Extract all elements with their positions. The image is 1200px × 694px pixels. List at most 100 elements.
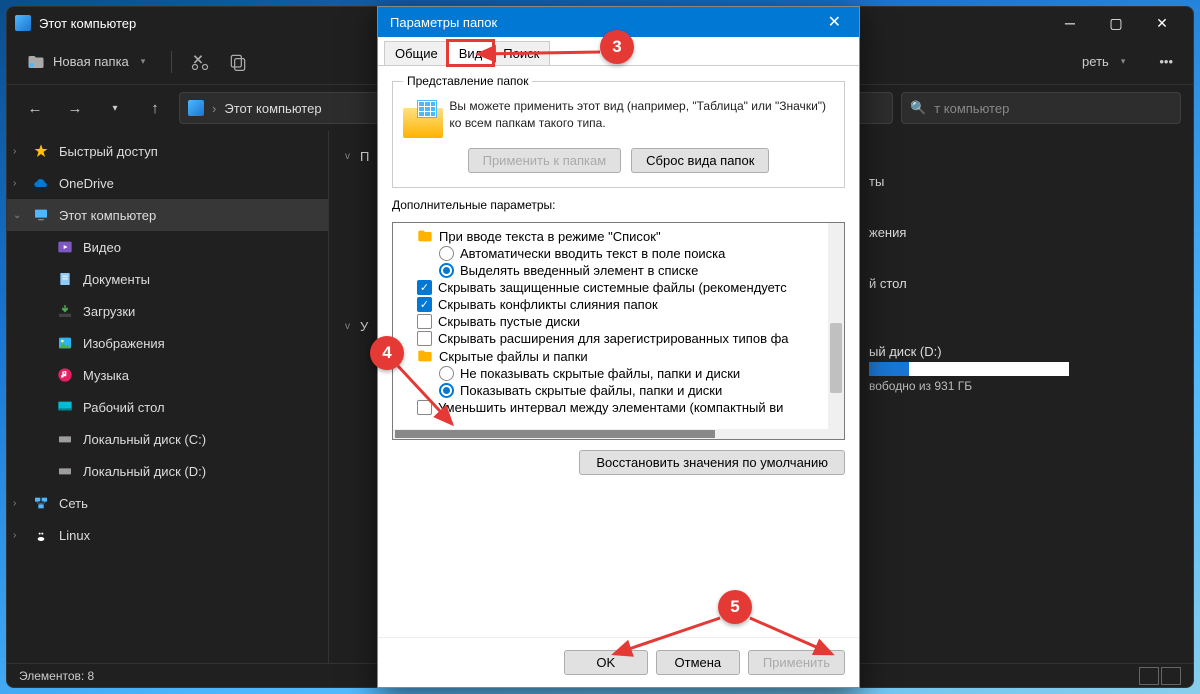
window-title: Этот компьютер xyxy=(39,16,136,31)
sidebar-item[interactable]: Видео xyxy=(7,231,328,263)
sidebar-item[interactable]: Изображения xyxy=(7,327,328,359)
tree-row[interactable]: Скрывать защищенные системные файлы (рек… xyxy=(395,279,842,296)
disk-icon xyxy=(57,463,73,479)
restore-defaults-button[interactable]: Восстановить значения по умолчанию xyxy=(579,450,845,475)
net-icon xyxy=(33,495,49,511)
tree-row[interactable]: Показывать скрытые файлы, папки и диски xyxy=(395,382,842,399)
expand-icon[interactable]: › xyxy=(13,530,16,541)
pc-icon xyxy=(188,100,204,116)
folder-icon xyxy=(417,348,433,364)
sidebar-item[interactable]: ⌄Этот компьютер xyxy=(7,199,328,231)
tree-row[interactable]: Скрытые файлы и папки xyxy=(395,347,842,365)
tree-row[interactable]: Выделять введенный элемент в списке xyxy=(395,262,842,279)
search-box[interactable]: 🔍 т компьютер xyxy=(901,92,1181,124)
disk-icon xyxy=(57,431,73,447)
minimize-button[interactable]: ─ xyxy=(1047,7,1093,39)
forward-button[interactable]: → xyxy=(59,92,91,124)
sidebar-item[interactable]: Документы xyxy=(7,263,328,295)
callout-4: 4 xyxy=(370,336,404,370)
checkbox[interactable] xyxy=(417,280,432,295)
copy-icon[interactable] xyxy=(228,52,248,72)
expand-icon[interactable]: › xyxy=(13,146,16,157)
tree-row[interactable]: Не показывать скрытые файлы, папки и дис… xyxy=(395,365,842,382)
radio[interactable] xyxy=(439,383,454,398)
folder-view-fieldset: Представление папок Вы можете применить … xyxy=(392,74,845,188)
cut-icon[interactable] xyxy=(190,52,210,72)
sidebar-item[interactable]: ›Сеть xyxy=(7,487,328,519)
checkbox[interactable] xyxy=(417,331,432,346)
search-icon: 🔍 xyxy=(910,100,926,116)
view-button[interactable]: реть▾ xyxy=(1074,50,1133,73)
advanced-settings-box: При вводе текста в режиме "Список"Автома… xyxy=(392,222,845,440)
radio[interactable] xyxy=(439,246,454,261)
folder-options-dialog: Параметры папок ✕ Общие Вид Поиск Предст… xyxy=(377,6,860,688)
sidebar: ›Быстрый доступ›OneDrive⌄Этот компьютерВ… xyxy=(7,131,329,663)
music-icon xyxy=(57,367,73,383)
checkbox[interactable] xyxy=(417,297,432,312)
up-button[interactable]: ↑ xyxy=(139,92,171,124)
tree-row[interactable]: Скрывать пустые диски xyxy=(395,313,842,330)
reset-folders-button[interactable]: Сброс вида папок xyxy=(631,148,769,173)
tree-row[interactable]: Автоматически вводить текст в поле поиск… xyxy=(395,245,842,262)
cloud-icon xyxy=(33,175,49,191)
pc-icon xyxy=(33,207,49,223)
new-folder-icon xyxy=(27,53,45,71)
tab-search[interactable]: Поиск xyxy=(492,41,550,65)
down-icon xyxy=(57,303,73,319)
sidebar-item[interactable]: Локальный диск (C:) xyxy=(7,423,328,455)
folder-icon xyxy=(417,228,433,244)
checkbox[interactable] xyxy=(417,400,432,415)
back-button[interactable]: ← xyxy=(19,92,51,124)
vertical-scrollbar[interactable] xyxy=(828,223,844,439)
tab-general[interactable]: Общие xyxy=(384,41,449,65)
disk-usage-bar xyxy=(869,362,1069,376)
dialog-close-button[interactable]: ✕ xyxy=(822,12,847,32)
dialog-buttons: OK Отмена Применить xyxy=(378,637,859,687)
sidebar-item[interactable]: ›OneDrive xyxy=(7,167,328,199)
expand-icon[interactable]: › xyxy=(13,498,16,509)
sidebar-item[interactable]: ›Быстрый доступ xyxy=(7,135,328,167)
expand-icon[interactable]: ⌄ xyxy=(13,210,21,221)
app-icon xyxy=(15,15,31,31)
doc-icon xyxy=(57,271,73,287)
sidebar-item[interactable]: Локальный диск (D:) xyxy=(7,455,328,487)
close-button[interactable]: ✕ xyxy=(1139,7,1185,39)
tree-row[interactable]: Уменьшить интервал между элементами (ком… xyxy=(395,399,842,416)
star-icon xyxy=(33,143,49,159)
callout-3: 3 xyxy=(600,30,634,64)
tree-row[interactable]: Скрывать расширения для зарегистрированн… xyxy=(395,330,842,347)
folder-item[interactable]: ты xyxy=(869,168,1193,195)
folder-item[interactable]: й стол xyxy=(869,270,1193,297)
radio[interactable] xyxy=(439,366,454,381)
tree-row[interactable]: Скрывать конфликты слияния папок xyxy=(395,296,842,313)
tab-view[interactable]: Вид xyxy=(448,41,494,65)
large-icons-view-icon[interactable] xyxy=(1161,667,1181,685)
radio[interactable] xyxy=(439,263,454,278)
linux-icon xyxy=(33,527,49,543)
maximize-button[interactable]: ▢ xyxy=(1093,7,1139,39)
sidebar-item[interactable]: Музыка xyxy=(7,359,328,391)
more-button[interactable]: ••• xyxy=(1151,50,1181,73)
sidebar-item[interactable]: Загрузки xyxy=(7,295,328,327)
advanced-label: Дополнительные параметры: xyxy=(392,198,845,212)
horizontal-scrollbar[interactable] xyxy=(393,429,828,439)
sidebar-item[interactable]: ›Linux xyxy=(7,519,328,551)
ok-button[interactable]: OK xyxy=(564,650,648,675)
cancel-button[interactable]: Отмена xyxy=(656,650,740,675)
disk-item[interactable]: ый диск (D:) вободно из 931 ГБ xyxy=(869,338,1193,399)
new-folder-button[interactable]: Новая папка▾ xyxy=(19,49,153,75)
desk-icon xyxy=(57,399,73,415)
video-icon xyxy=(57,239,73,255)
folder-view-icon xyxy=(403,98,437,138)
checkbox[interactable] xyxy=(417,314,432,329)
img-icon xyxy=(57,335,73,351)
recent-button[interactable]: ▾ xyxy=(99,92,131,124)
tree-row[interactable]: При вводе текста в режиме "Список" xyxy=(395,227,842,245)
callout-5: 5 xyxy=(718,590,752,624)
expand-icon[interactable]: › xyxy=(13,178,16,189)
details-view-icon[interactable] xyxy=(1139,667,1159,685)
folder-item[interactable]: жения xyxy=(869,219,1193,246)
apply-button[interactable]: Применить xyxy=(748,650,845,675)
apply-to-folders-button[interactable]: Применить к папкам xyxy=(468,148,622,173)
sidebar-item[interactable]: Рабочий стол xyxy=(7,391,328,423)
